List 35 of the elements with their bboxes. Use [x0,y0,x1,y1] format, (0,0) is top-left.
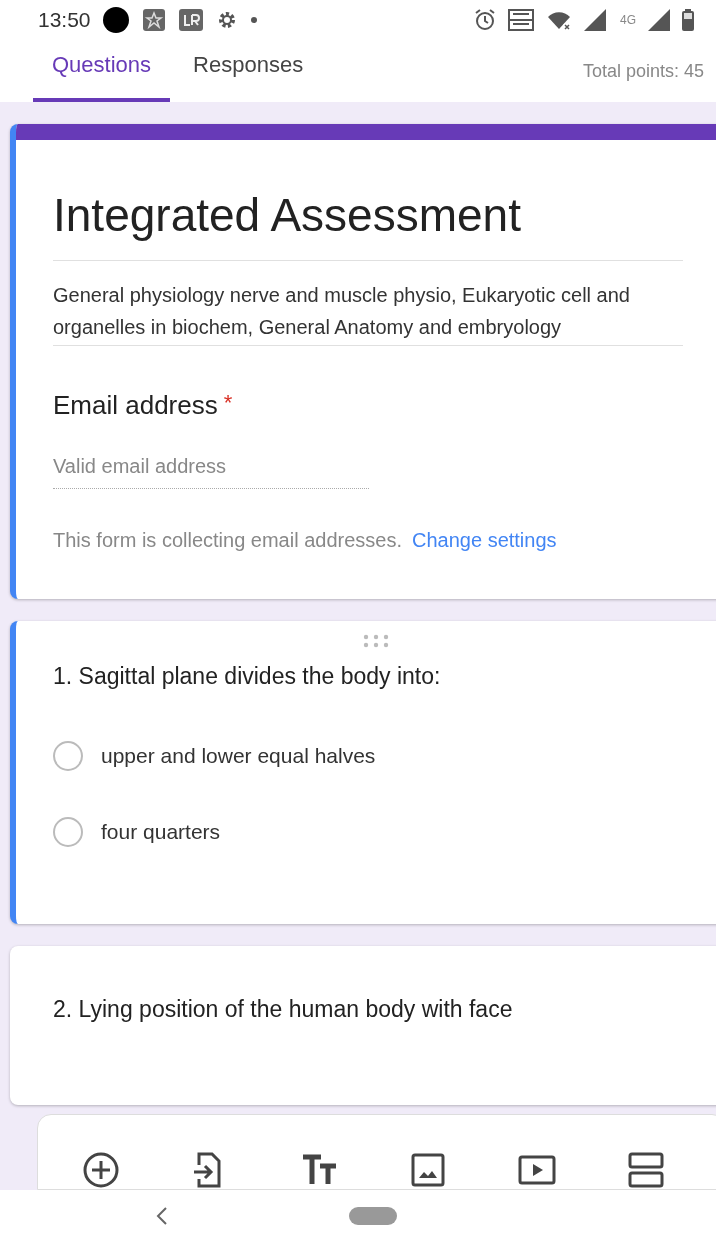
app-icon [178,9,203,31]
add-circle-icon[interactable] [82,1151,120,1189]
form-title[interactable]: Integrated Assessment [53,168,683,261]
option-label: upper and lower equal halves [101,744,376,768]
circle-icon [102,7,129,33]
battery-icon [682,9,694,31]
star-app-icon [142,9,165,31]
status-time: 13:50 [38,8,91,32]
required-asterisk: * [223,390,233,417]
field-label: Email address [53,390,218,421]
home-button[interactable] [349,1206,397,1225]
alarm-icon [474,9,496,31]
signal-icon [648,9,670,31]
question-title: 1. Sagittal plane divides the body into: [53,663,442,690]
question-title: 2. Lying position of the human body with face [53,996,514,1023]
radio-button[interactable] [53,817,83,847]
volte-icon [508,9,534,31]
question-card[interactable]: 1. Sagittal plane divides the body into: upper and lower equal halves four quarters [10,621,716,924]
notice-text: This form is collecting email addresses. [53,529,402,551]
option-label: four quarters [101,820,221,844]
signal-icon [584,9,606,31]
radio-button[interactable] [53,741,83,771]
network-type-label: 4G [620,13,636,27]
change-settings-link[interactable]: Change settings [412,529,557,551]
image-icon[interactable] [409,1151,447,1189]
back-icon[interactable] [155,1205,169,1226]
settings-icon [216,10,237,30]
question-card[interactable]: 2. Lying position of the human body with face [10,946,716,1105]
wifi-icon [546,9,572,31]
form-description[interactable]: General physiology nerve and muscle physio, Eukaryotic cell and organelles in biochem, General Anatomy and embryology [53,261,683,346]
total-points: Total points: 45 [582,60,704,82]
dot-icon [250,17,257,23]
section-icon[interactable] [627,1151,665,1189]
drag-handle-icon[interactable] [361,633,390,649]
tab[interactable]: Responses [174,52,323,102]
